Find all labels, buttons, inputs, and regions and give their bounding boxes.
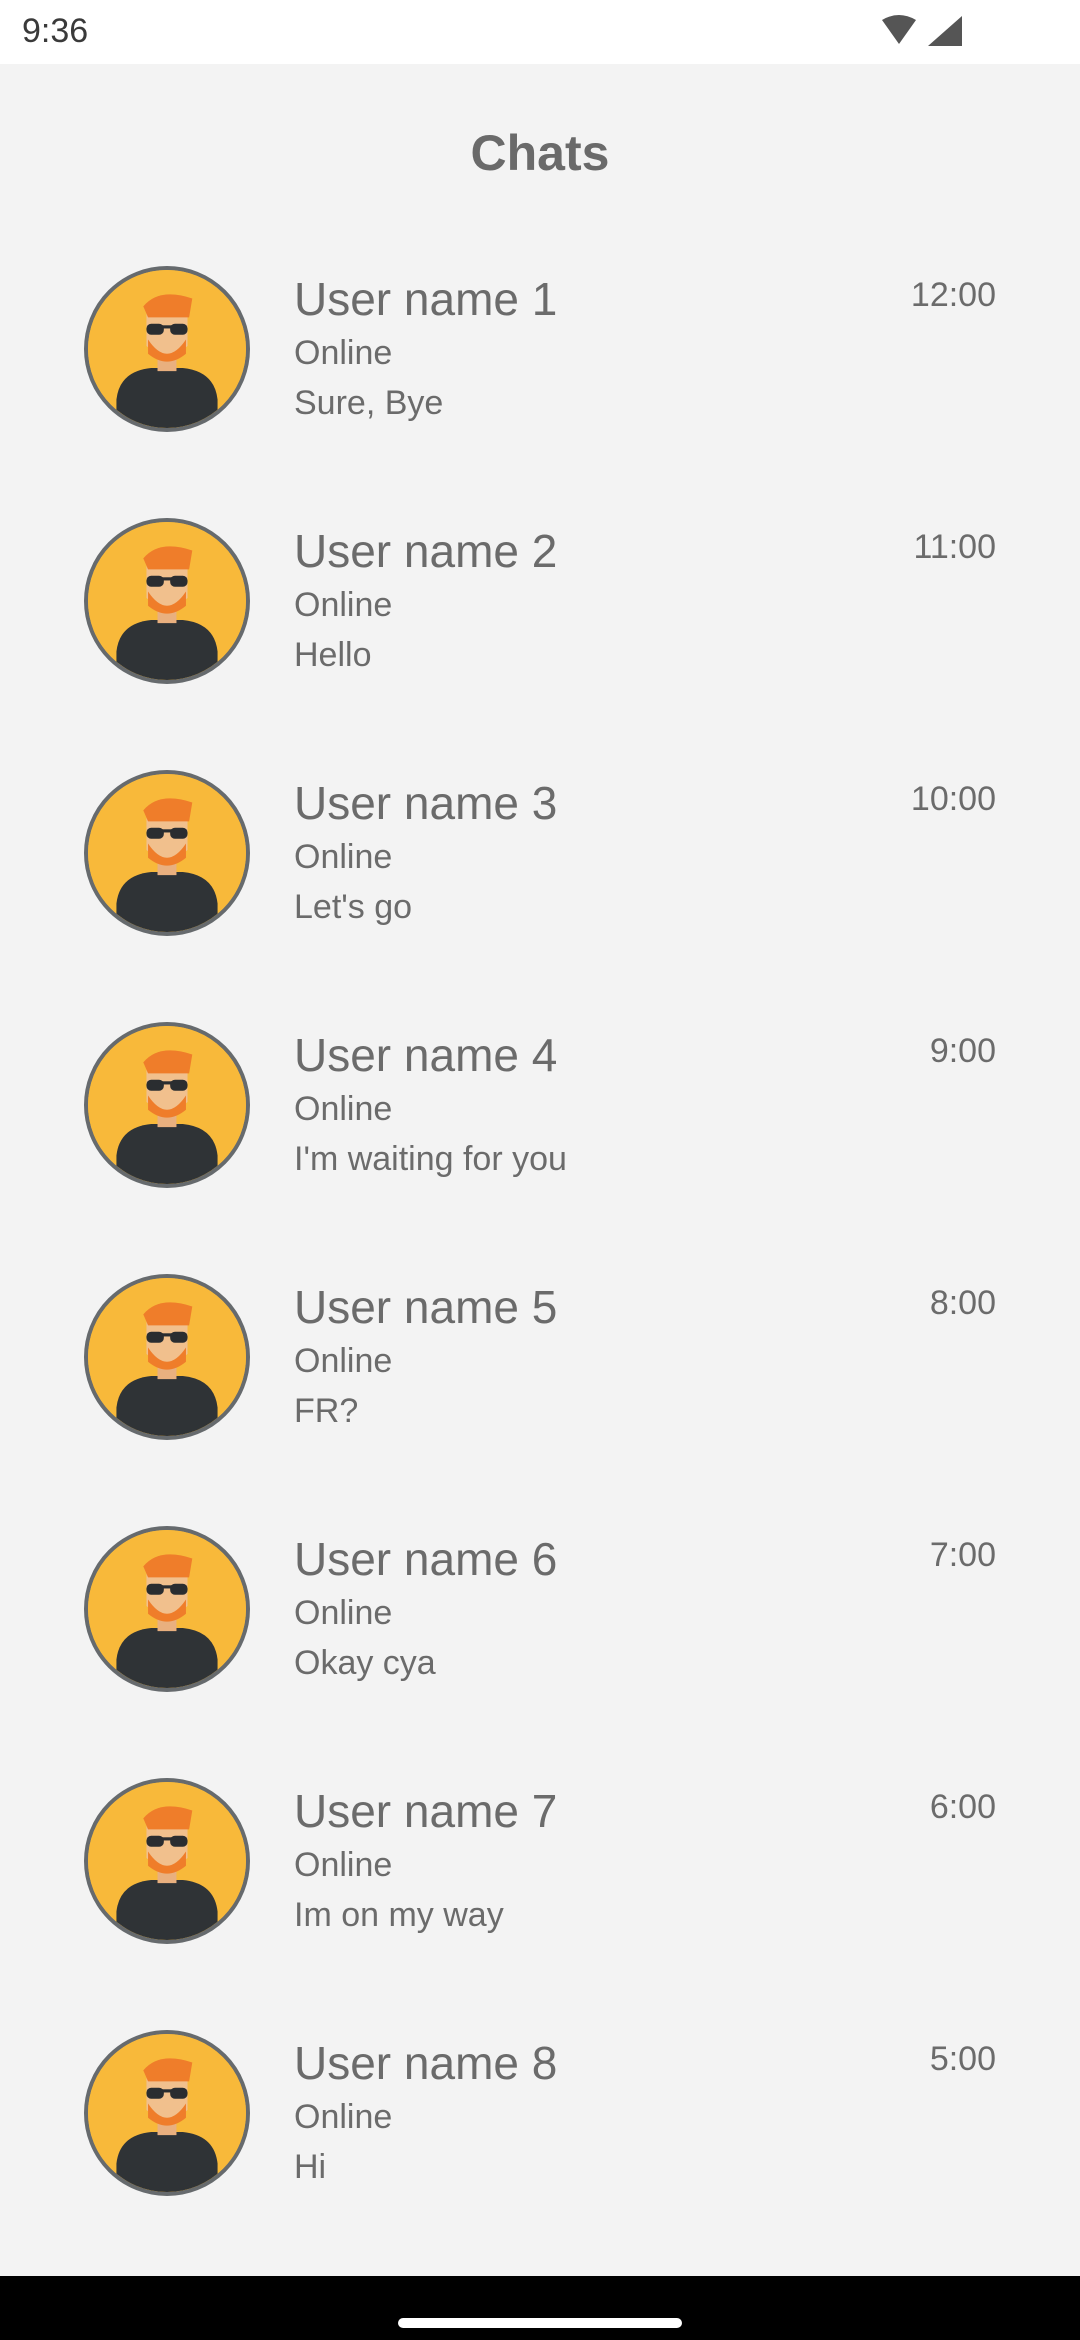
- user-status: Online: [294, 586, 393, 624]
- status-icons: [882, 15, 962, 46]
- user-status: Online: [294, 838, 393, 876]
- user-avatar-icon: [88, 2034, 246, 2192]
- avatar: [84, 1526, 250, 1692]
- avatar: [84, 518, 250, 684]
- message-time: 8:00: [929, 1284, 996, 1322]
- last-message: Okay cya: [294, 1644, 436, 1682]
- message-time: 12:00: [910, 276, 996, 314]
- message-time: 6:00: [929, 1788, 996, 1826]
- last-message: Let's go: [294, 888, 413, 926]
- message-time: 11:00: [913, 528, 996, 566]
- user-name: User name 2: [294, 525, 558, 577]
- chat-list-item[interactable]: User name 6 Online Okay cya 7:00: [0, 1512, 1080, 1764]
- wifi-icon: [882, 15, 916, 44]
- navigation-bar: [0, 2276, 1080, 2340]
- chat-list: User name 1 Online Sure, Bye 12:00 User …: [0, 252, 1080, 2268]
- avatar: [84, 1274, 250, 1440]
- user-name: User name 7: [294, 1785, 558, 1837]
- chat-list-item[interactable]: User name 3 Online Let's go 10:00: [0, 756, 1080, 1008]
- page-title: Chats: [470, 125, 610, 181]
- last-message: Sure, Bye: [294, 384, 444, 422]
- user-status: Online: [294, 1090, 393, 1128]
- avatar: [84, 2030, 250, 2196]
- user-name: User name 3: [294, 777, 558, 829]
- last-message: Hello: [294, 636, 372, 674]
- avatar: [84, 1778, 250, 1944]
- user-status: Online: [294, 334, 393, 372]
- user-avatar-icon: [88, 1782, 246, 1940]
- chat-list-item[interactable]: User name 7 Online Im on my way 6:00: [0, 1764, 1080, 2016]
- last-message: I'm waiting for you: [294, 1140, 567, 1178]
- message-time: 10:00: [910, 780, 996, 818]
- chat-list-item[interactable]: User name 5 Online FR? 8:00: [0, 1260, 1080, 1512]
- user-name: User name 8: [294, 2037, 558, 2089]
- status-time: 9:36: [22, 12, 89, 50]
- signal-icon: [928, 16, 962, 46]
- status-bar: 9:36: [0, 0, 1080, 64]
- user-name: User name 4: [294, 1029, 558, 1081]
- chat-list-item[interactable]: User name 2 Online Hello 11:00: [0, 504, 1080, 756]
- user-avatar-icon: [88, 1026, 246, 1184]
- user-name: User name 6: [294, 1533, 558, 1585]
- user-status: Online: [294, 2098, 393, 2136]
- user-name: User name 1: [294, 273, 558, 325]
- chat-list-item[interactable]: User name 4 Online I'm waiting for you 9…: [0, 1008, 1080, 1260]
- user-status: Online: [294, 1846, 393, 1884]
- user-avatar-icon: [88, 1278, 246, 1436]
- user-status: Online: [294, 1594, 393, 1632]
- chat-list-item[interactable]: User name 1 Online Sure, Bye 12:00: [0, 252, 1080, 504]
- user-avatar-icon: [88, 774, 246, 932]
- avatar: [84, 770, 250, 936]
- avatar: [84, 266, 250, 432]
- home-indicator[interactable]: [398, 2318, 682, 2328]
- user-avatar-icon: [88, 522, 246, 680]
- message-time: 5:00: [929, 2040, 996, 2078]
- user-avatar-icon: [88, 270, 246, 428]
- message-time: 9:00: [929, 1032, 996, 1070]
- user-status: Online: [294, 1342, 393, 1380]
- avatar: [84, 1022, 250, 1188]
- chat-list-item[interactable]: User name 8 Online Hi 5:00: [0, 2016, 1080, 2268]
- message-time: 7:00: [929, 1536, 996, 1574]
- last-message: Hi: [294, 2148, 327, 2186]
- user-avatar-icon: [88, 1530, 246, 1688]
- last-message: FR?: [294, 1392, 359, 1430]
- user-name: User name 5: [294, 1281, 558, 1333]
- last-message: Im on my way: [294, 1896, 504, 1934]
